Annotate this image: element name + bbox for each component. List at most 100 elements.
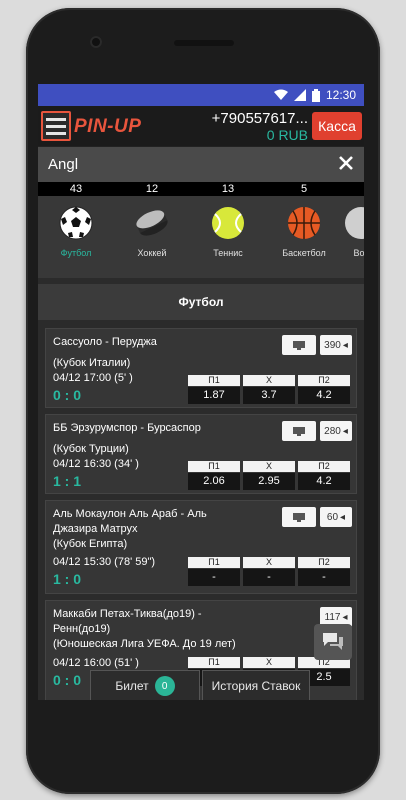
odd-value: 2.95 — [243, 473, 295, 490]
odd-value: 4.2 — [298, 387, 350, 404]
more-markets-button[interactable]: 60 ◂ — [320, 507, 352, 527]
odd-home[interactable]: П1 2.06 — [188, 461, 240, 490]
markets-count: 117 — [324, 611, 341, 623]
tennis-ball-icon — [212, 207, 244, 239]
event-tournament: (Юношеская Лига УЕФА. До 19 лет) — [53, 638, 236, 650]
odd-value: - — [188, 569, 240, 586]
bet-history-button[interactable]: История Ставок — [202, 670, 310, 700]
live-stream-button[interactable] — [282, 421, 316, 441]
sport-label: Баскетбол — [282, 248, 326, 258]
sport-label: Во — [353, 248, 364, 258]
clock: 12:30 — [325, 88, 356, 102]
hamburger-icon — [46, 117, 66, 121]
odd-label: П1 — [188, 375, 240, 386]
wifi-icon — [273, 89, 288, 100]
front-camera — [90, 36, 102, 48]
odd-label: П1 — [188, 461, 240, 472]
event-tournament: (Кубок Египта) — [53, 538, 128, 550]
event-card[interactable]: Аль Мокаулон Аль Араб - Аль Джазира Матр… — [45, 500, 357, 594]
account-phone: +790557617... — [211, 110, 308, 127]
event-name: ББ Эрзурумспор - Бурсаспор — [53, 422, 201, 434]
app-header: PIN-UP +790557617... 0 RUB Касса — [38, 106, 364, 146]
sport-count: 43 — [69, 183, 83, 195]
odd-value: 1.87 — [188, 387, 240, 404]
odd-away[interactable]: П2 4.2 — [298, 375, 350, 404]
app-screen: 12:30 PIN-UP +790557617... 0 RUB Касса A… — [38, 84, 364, 700]
event-name: Аль Мокаулон Аль Араб - Аль Джазира Матр… — [53, 508, 207, 535]
sport-count: 5 — [300, 183, 308, 195]
odd-label: П1 — [188, 657, 240, 668]
tv-icon — [293, 512, 305, 522]
event-card[interactable]: ББ Эрзурумспор - Бурсаспор (Кубок Турции… — [45, 414, 357, 494]
event-card[interactable]: Сассуоло - Перуджа (Кубок Италии) 04/12 … — [45, 328, 357, 408]
sport-tab-football[interactable]: Футбол — [38, 196, 114, 278]
tv-icon — [293, 340, 305, 350]
odd-label: П2 — [298, 375, 350, 386]
odd-label: Х — [243, 557, 295, 568]
odd-away[interactable]: П2 4.2 — [298, 461, 350, 490]
odd-label: Х — [243, 657, 295, 668]
more-markets-button[interactable]: 280 ◂ — [320, 421, 352, 441]
markets-count: 280 — [324, 425, 341, 437]
live-stream-button[interactable] — [282, 507, 316, 527]
volleyball-icon — [345, 207, 364, 239]
bet-slip-button[interactable]: Билет 0 — [90, 670, 200, 700]
odd-away[interactable]: П2- — [298, 557, 350, 586]
sport-tab-hockey[interactable]: Хоккей — [114, 196, 190, 278]
sport-tab-tennis[interactable]: Теннис — [190, 196, 266, 278]
odd-label: П2 — [298, 557, 350, 568]
speaker-grille — [174, 40, 234, 46]
hamburger-line — [46, 124, 66, 128]
tv-icon — [293, 426, 305, 436]
odd-draw[interactable]: Х 2.95 — [243, 461, 295, 490]
signal-icon — [293, 89, 306, 101]
search-bar[interactable]: Angl — [38, 146, 364, 182]
live-stream-button[interactable] — [282, 335, 316, 355]
sport-count: 13 — [221, 183, 235, 195]
hockey-puck-icon — [136, 210, 168, 236]
sport-tab-volleyball[interactable]: Во — [342, 196, 364, 278]
odd-label: П1 — [188, 557, 240, 568]
battery-icon — [311, 88, 320, 102]
chat-button[interactable] — [314, 624, 352, 660]
more-markets-button[interactable]: 390 ◂ — [320, 335, 352, 355]
close-icon[interactable] — [338, 155, 354, 171]
section-header-wrap: Футбол — [38, 278, 364, 328]
basketball-icon — [288, 207, 320, 239]
odd-value: 3.7 — [243, 387, 295, 404]
search-input[interactable]: Angl — [48, 156, 78, 173]
odd-value: 4.2 — [298, 473, 350, 490]
odd-draw[interactable]: Х- — [243, 557, 295, 586]
odd-draw[interactable]: Х 3.7 — [243, 375, 295, 404]
chat-bubbles-icon — [323, 633, 343, 650]
account-balance: 0 RUB — [266, 127, 308, 143]
sport-tab-basketball[interactable]: Баскетбол — [266, 196, 342, 278]
status-bar: 12:30 — [38, 84, 364, 106]
markets-count: 60 — [326, 511, 339, 523]
bet-slip-count: 0 — [154, 676, 175, 696]
odd-value: 2.06 — [188, 473, 240, 490]
sport-counts: 43 12 13 5 — [38, 182, 364, 196]
event-tournament: (Кубок Италии) — [53, 357, 131, 369]
odds-row: П1 1.87 Х 3.7 П2 4.2 — [188, 375, 350, 404]
brand-logo[interactable]: PIN-UP — [74, 116, 141, 138]
bottom-action-bar: Билет 0 История Ставок — [90, 670, 310, 700]
sport-label: Хоккей — [137, 248, 167, 258]
odd-home[interactable]: П1- — [188, 557, 240, 586]
event-tournament: (Кубок Турции) — [53, 443, 129, 455]
sport-label: Теннис — [213, 248, 243, 258]
cashier-button[interactable]: Касса — [312, 112, 362, 140]
arrow-left-icon: ◂ — [342, 339, 348, 351]
odd-label: Х — [243, 375, 295, 386]
odd-label: Х — [243, 461, 295, 472]
bet-slip-label: Билет — [115, 679, 149, 693]
odds-row: П1 2.06 Х 2.95 П2 4.2 — [188, 461, 350, 490]
odd-home[interactable]: П1 1.87 — [188, 375, 240, 404]
section-title: Футбол — [38, 284, 364, 320]
odd-label: П2 — [298, 461, 350, 472]
soccer-ball-icon — [59, 206, 93, 240]
markets-count: 390 — [324, 339, 341, 351]
menu-button[interactable] — [41, 111, 71, 141]
hamburger-line — [46, 131, 66, 135]
account-info[interactable]: +790557617... 0 RUB — [212, 110, 308, 143]
